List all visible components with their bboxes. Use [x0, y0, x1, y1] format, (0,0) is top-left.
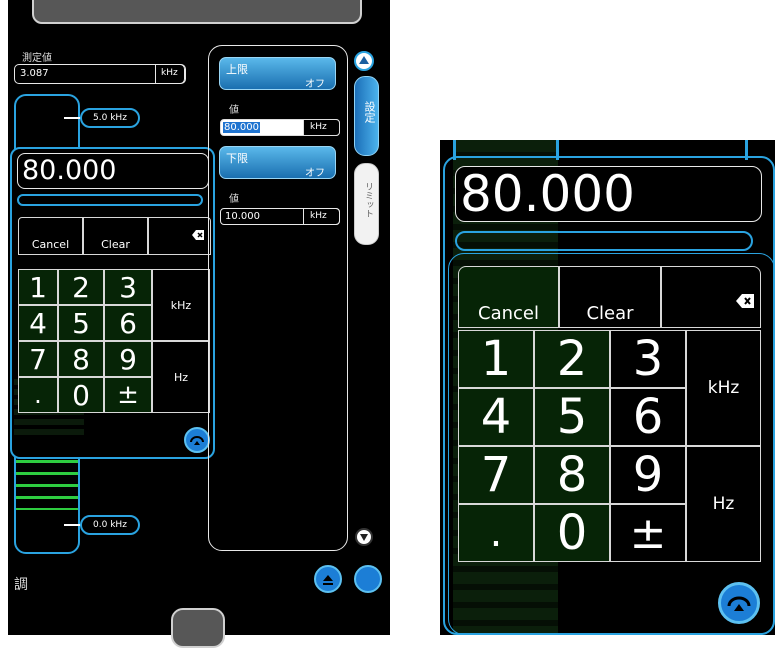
upper-value-label: 値: [229, 105, 239, 116]
lower-value-field[interactable]: 10.000 kHz: [220, 208, 340, 225]
zoom-key-2[interactable]: 2: [534, 330, 610, 388]
left-screen: 測定値 3.087 kHz 5.0 kHz 0.0 kHz 80.000 Can…: [8, 0, 390, 648]
scroll-down-button[interactable]: [355, 528, 373, 546]
key-3[interactable]: 3: [104, 269, 152, 305]
key-9[interactable]: 9: [104, 341, 152, 377]
upper-value-field[interactable]: 80.000 kHz: [220, 119, 340, 136]
zoom-key-7[interactable]: 7: [458, 446, 534, 504]
clear-button[interactable]: Clear: [83, 217, 148, 255]
zoom-unit-hz-button[interactable]: Hz: [686, 446, 761, 562]
zoom-key-4[interactable]: 4: [458, 388, 534, 446]
key-4[interactable]: 4: [18, 305, 58, 341]
backspace-icon: [192, 230, 204, 240]
key-2[interactable]: 2: [58, 269, 104, 305]
zoom-clear-button[interactable]: Clear: [559, 266, 661, 328]
zoom-entry-field[interactable]: 80.000: [455, 166, 762, 222]
zoom-cancel-button[interactable]: Cancel: [458, 266, 559, 328]
scroll-up-button[interactable]: [354, 51, 374, 71]
zoom-key-decimal[interactable]: .: [458, 504, 534, 562]
key-0[interactable]: 0: [58, 377, 104, 413]
zoom-key-3[interactable]: 3: [610, 330, 686, 388]
eject-button[interactable]: [314, 565, 342, 593]
upper-limit-toggle[interactable]: 上限 オフ: [219, 57, 336, 90]
eject-icon: [323, 575, 333, 585]
key-5[interactable]: 5: [58, 305, 104, 341]
entry-field[interactable]: 80.000: [17, 153, 209, 189]
zoom-key-9[interactable]: 9: [610, 446, 686, 504]
zoom-close-keypad-button[interactable]: [718, 582, 760, 624]
marker-bottom[interactable]: 0.0 kHz: [80, 515, 140, 535]
key-1[interactable]: 1: [18, 269, 58, 305]
cancel-button[interactable]: Cancel: [18, 217, 83, 255]
measured-value-field: 3.087 kHz: [14, 64, 186, 84]
tab-settings[interactable]: 設定: [354, 76, 379, 156]
key-7[interactable]: 7: [18, 341, 58, 377]
zoom-key-5[interactable]: 5: [534, 388, 610, 446]
close-keypad-button[interactable]: [184, 427, 210, 453]
zoom-key-8[interactable]: 8: [534, 446, 610, 504]
key-decimal[interactable]: .: [18, 377, 58, 413]
zoom-key-6[interactable]: 6: [610, 388, 686, 446]
zoom-entry-slider: [455, 231, 753, 251]
tab-limit[interactable]: リミット: [354, 163, 379, 245]
arrow-up-icon: [359, 56, 369, 64]
arrow-down-icon: [360, 534, 368, 541]
zoom-unit-khz-button[interactable]: kHz: [686, 330, 761, 446]
key-plus-minus[interactable]: ±: [104, 377, 152, 413]
return-icon: [727, 596, 751, 611]
top-title-bar: [32, 0, 362, 24]
lower-value-label: 値: [229, 194, 239, 205]
unit-khz-button[interactable]: kHz: [152, 269, 210, 341]
keypad-panel-left: 80.000 Cancel Clear 1 2 3 kHz 4 5 6 7 8 …: [10, 147, 215, 459]
entry-slider: [17, 194, 203, 206]
backspace-button[interactable]: [148, 217, 211, 255]
measured-label: 測定値: [22, 53, 52, 64]
lower-limit-toggle[interactable]: 下限 オフ: [219, 146, 336, 179]
zoom-key-0[interactable]: 0: [534, 504, 610, 562]
key-8[interactable]: 8: [58, 341, 104, 377]
zoom-key-plus-minus[interactable]: ±: [610, 504, 686, 562]
zoom-backspace-button[interactable]: [661, 266, 761, 328]
backspace-icon: [736, 294, 754, 308]
unit-hz-button[interactable]: Hz: [152, 341, 210, 413]
key-6[interactable]: 6: [104, 305, 152, 341]
zoom-screen: 80.000 Cancel Clear 1 2 3 kHz 4 5 6 7 8 …: [440, 140, 775, 635]
marker-top[interactable]: 5.0 kHz: [80, 108, 140, 128]
bottom-tab[interactable]: [171, 608, 225, 648]
zoom-key-1[interactable]: 1: [458, 330, 534, 388]
measured-value: 3.087: [20, 68, 49, 79]
bottom-label: 調: [14, 577, 28, 593]
round-action-button[interactable]: [354, 565, 382, 593]
return-icon: [190, 436, 204, 445]
measured-unit: kHz: [161, 68, 178, 78]
